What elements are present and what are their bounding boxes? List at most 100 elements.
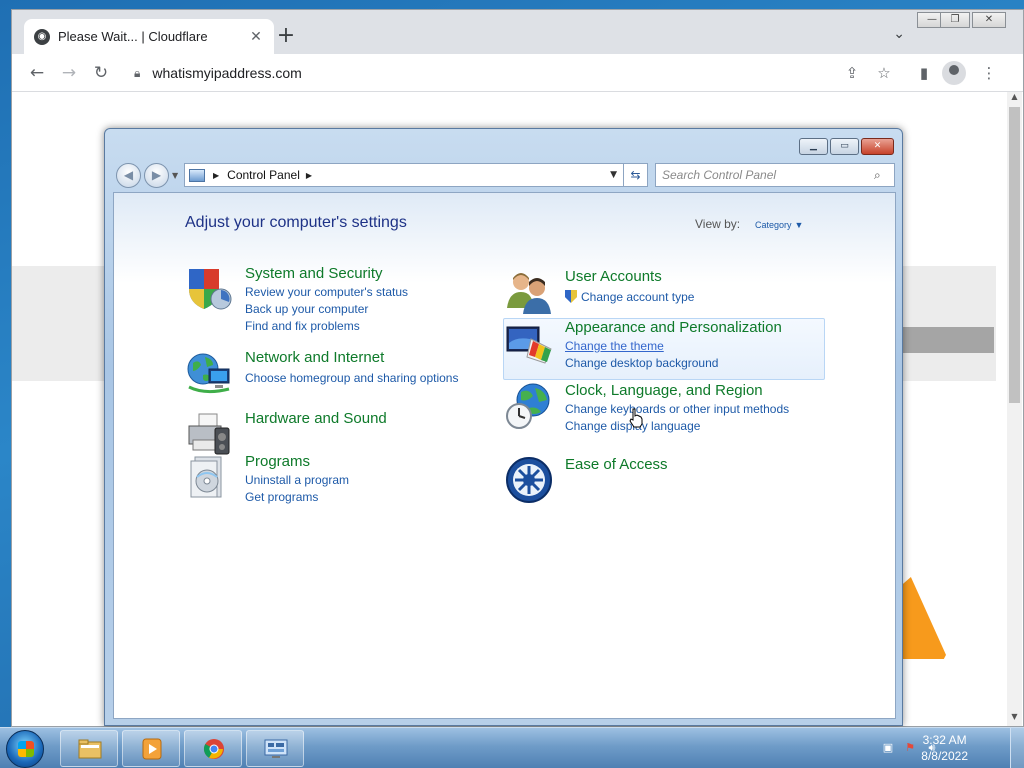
- category-title[interactable]: User Accounts: [565, 268, 662, 285]
- kebab-menu-icon[interactable]: ⋮: [979, 63, 999, 83]
- category-title[interactable]: Programs: [245, 453, 310, 470]
- close-button[interactable]: ✕: [861, 138, 894, 155]
- view-by-label: View by:: [695, 217, 741, 231]
- address-bar[interactable]: 🔒︎ whatismyipaddress.com: [122, 58, 922, 88]
- taskbar-control-panel[interactable]: [246, 730, 304, 767]
- control-panel-icon: [189, 168, 205, 182]
- category-appearance-personalization[interactable]: Appearance and Personalization Change th…: [505, 319, 825, 379]
- breadcrumb-arrow-icon[interactable]: ▶: [213, 171, 219, 180]
- link-change-theme[interactable]: Change the theme: [565, 339, 664, 353]
- category-title[interactable]: System and Security: [245, 265, 383, 282]
- star-icon[interactable]: ☆: [874, 63, 894, 83]
- recent-pages-chevron-down-icon[interactable]: ▼: [172, 171, 178, 180]
- view-by-dropdown[interactable]: Category ▼: [752, 217, 803, 231]
- globe-icon: ◉: [34, 28, 50, 45]
- chrome-icon: [203, 739, 224, 759]
- browser-tab[interactable]: ◉ Please Wait... | Cloudflare ✕: [24, 19, 274, 54]
- close-tab-icon[interactable]: ✕: [248, 29, 264, 45]
- reload-icon[interactable]: ↻: [90, 62, 112, 84]
- action-center-flag-icon[interactable]: ⚑: [903, 741, 917, 755]
- users-icon: [507, 273, 551, 314]
- forward-icon[interactable]: →: [58, 62, 80, 84]
- scrollbar-thumb[interactable]: [1009, 107, 1020, 403]
- control-panel-content: Adjust your computer's settings View by:…: [113, 192, 896, 719]
- hand-cursor-icon: [629, 408, 643, 428]
- media-player-icon: [142, 738, 162, 760]
- taskbar-media-player[interactable]: [122, 730, 180, 767]
- address-breadcrumb-bar[interactable]: ▶ Control Panel ▶ ▼: [184, 163, 624, 187]
- show-desktop-button[interactable]: [1010, 728, 1024, 768]
- scroll-up-icon[interactable]: ▲: [1007, 92, 1022, 106]
- back-button[interactable]: ◀: [116, 163, 141, 188]
- page-scrollbar[interactable]: ▲ ▼: [1007, 92, 1022, 726]
- tab-title: Please Wait... | Cloudflare: [58, 29, 208, 44]
- link-change-account-type[interactable]: Change account type: [565, 290, 694, 304]
- category-title[interactable]: Network and Internet: [245, 349, 384, 366]
- side-panel-icon[interactable]: ▮: [914, 63, 934, 83]
- link-uninstall-program[interactable]: Uninstall a program: [245, 473, 349, 487]
- category-title[interactable]: Hardware and Sound: [245, 410, 387, 427]
- back-icon[interactable]: ←: [26, 62, 48, 84]
- search-box[interactable]: ⌕: [655, 163, 895, 187]
- shield-icon: [189, 269, 232, 310]
- category-title[interactable]: Clock, Language, and Region: [565, 382, 763, 399]
- refresh-icon[interactable]: ⇆: [624, 163, 648, 187]
- new-tab-button[interactable]: +: [274, 25, 298, 49]
- link-change-keyboards[interactable]: Change keyboards or other input methods: [565, 402, 789, 416]
- control-panel-icon: [264, 739, 288, 758]
- navigation-bar: ◀ ▶ ▼ ▶ Control Panel ▶ ▼ ⇆ ⌕: [114, 162, 895, 188]
- browser-toolbar: ← → ↻ 🔒︎ whatismyipaddress.com ⇪ ☆ ▮ ⋮: [12, 54, 1023, 92]
- profile-icon[interactable]: [942, 61, 966, 85]
- link-homegroup-sharing[interactable]: Choose homegroup and sharing options: [245, 371, 458, 385]
- browser-close-button[interactable]: ✕: [972, 12, 1006, 28]
- link-find-fix-problems[interactable]: Find and fix problems: [245, 319, 360, 333]
- category-ease-of-access[interactable]: Ease of Access: [505, 456, 825, 504]
- minimize-button[interactable]: ▁: [799, 138, 828, 155]
- breadcrumb-control-panel[interactable]: Control Panel: [227, 168, 300, 182]
- taskbar: ▣ ⚑ 🔊︎ 3:32 AM 8/8/2022: [0, 727, 1024, 768]
- tab-strip: ◉ Please Wait... | Cloudflare ✕ + ⌄ — ❐ …: [12, 10, 1023, 54]
- category-network-internet[interactable]: Network and Internet Choose homegroup an…: [185, 349, 485, 397]
- lock-icon[interactable]: 🔒︎: [134, 66, 140, 81]
- monitor-palette-icon: [506, 326, 552, 364]
- category-system-security[interactable]: System and Security Review your computer…: [185, 265, 485, 335]
- link-review-status[interactable]: Review your computer's status: [245, 285, 408, 299]
- globe-clock-icon: [506, 383, 550, 429]
- category-title[interactable]: Ease of Access: [565, 456, 668, 473]
- link-back-up[interactable]: Back up your computer: [245, 302, 368, 316]
- printer-speaker-icon: [188, 413, 230, 455]
- link-text: Change account type: [581, 290, 695, 304]
- category-programs[interactable]: Programs Uninstall a program Get program…: [185, 453, 485, 513]
- share-icon[interactable]: ⇪: [842, 63, 862, 83]
- page-gray-strip: [892, 327, 994, 353]
- view-by-value: Category: [755, 220, 792, 230]
- forward-button[interactable]: ▶: [144, 163, 169, 188]
- window-caption-buttons: ▁ ▭ ✕: [799, 138, 894, 155]
- breadcrumb-arrow-icon[interactable]: ▶: [306, 171, 312, 180]
- scroll-down-icon[interactable]: ▼: [1007, 712, 1022, 726]
- category-hardware-sound[interactable]: Hardware and Sound: [185, 410, 485, 458]
- browser-restore-button[interactable]: ❐: [940, 12, 970, 28]
- search-input[interactable]: [662, 168, 872, 182]
- clock[interactable]: 3:32 AM 8/8/2022: [921, 732, 968, 764]
- category-title[interactable]: Appearance and Personalization: [565, 319, 782, 336]
- category-clock-language-region[interactable]: Clock, Language, and Region Change keybo…: [505, 382, 825, 442]
- taskbar-file-explorer[interactable]: [60, 730, 118, 767]
- maximize-button[interactable]: ▭: [830, 138, 859, 155]
- start-button[interactable]: [6, 730, 44, 768]
- taskbar-chrome[interactable]: [184, 730, 242, 767]
- category-user-accounts[interactable]: User Accounts Change account type: [505, 268, 825, 316]
- page-title: Adjust your computer's settings: [185, 214, 407, 231]
- chevron-down-icon: ▼: [794, 220, 804, 230]
- link-get-programs[interactable]: Get programs: [245, 490, 318, 504]
- ease-of-access-icon: [506, 457, 552, 503]
- url-text: whatismyipaddress.com: [152, 65, 302, 81]
- address-dropdown-icon[interactable]: ▼: [610, 170, 617, 180]
- tab-search-chevron-down-icon[interactable]: ⌄: [893, 26, 905, 42]
- programs-icon: [190, 456, 222, 498]
- search-icon[interactable]: ⌕: [874, 168, 881, 183]
- link-change-desktop-background[interactable]: Change desktop background: [565, 356, 718, 370]
- network-icon[interactable]: ▣: [881, 741, 895, 755]
- uac-shield-icon: [565, 290, 577, 303]
- control-panel-window: ▁ ▭ ✕ ◀ ▶ ▼ ▶ Control Panel ▶ ▼ ⇆ ⌕ Adju…: [104, 128, 903, 726]
